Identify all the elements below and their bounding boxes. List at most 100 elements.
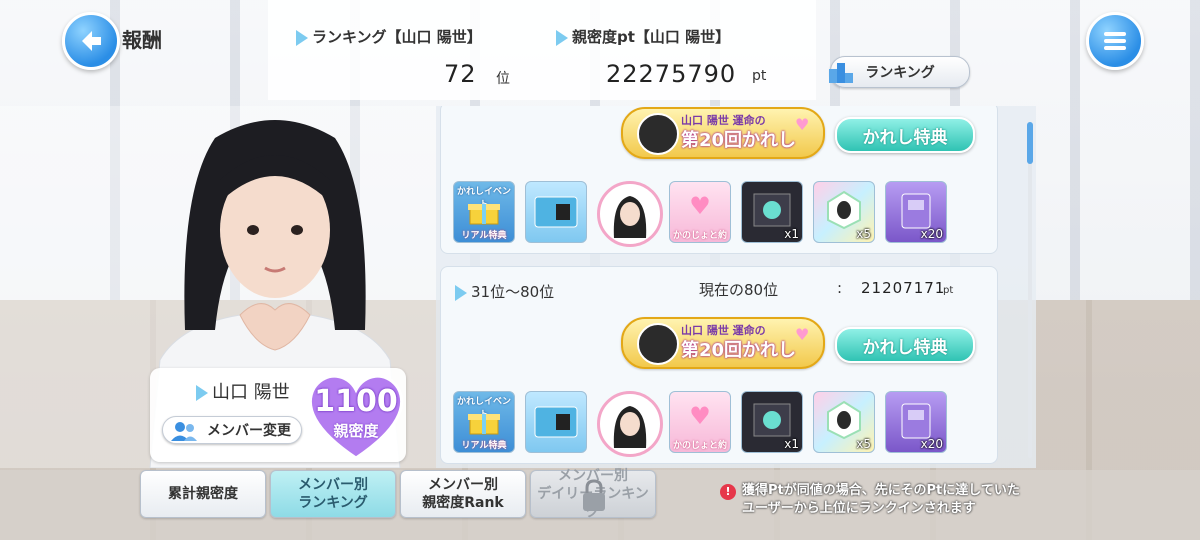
- reward-item-real-perk[interactable]: かれしイベント リアル特典: [453, 181, 515, 243]
- banner-title: 第20回かれし: [681, 130, 797, 151]
- reward-item-card[interactable]: [525, 391, 587, 453]
- reward-list[interactable]: 山口 陽世 運命の 第20回かれし ♥ かれし特典 かれしイベント リアル特典 …: [436, 106, 1036, 468]
- tab-label: メンバー別: [298, 477, 368, 493]
- reward-caption: リアル特典: [461, 231, 507, 241]
- rainbow-card-icon: [827, 190, 861, 230]
- triangle-icon: [556, 29, 568, 46]
- screen-title: 報酬: [122, 28, 162, 52]
- reward-caption: かのじょと約束: [672, 231, 727, 241]
- top-bar: 報酬 ランキング【山口 陽世】 72 位 親密度pt【山口 陽世】 222757…: [0, 0, 1200, 106]
- purple-book-icon: [901, 403, 931, 439]
- triangle-icon: [296, 29, 308, 46]
- reward-quantity: x20: [920, 437, 943, 451]
- reward-quantity: x5: [856, 227, 871, 241]
- tab-label: 累計親密度: [168, 486, 238, 502]
- heart-icon: ♥: [795, 115, 810, 134]
- ranking-button[interactable]: ランキング: [829, 56, 970, 88]
- pt-unit: pt: [752, 68, 767, 84]
- lock-icon: [583, 479, 605, 511]
- member-name-row: 山口 陽世: [196, 378, 290, 404]
- pt-label-row: 親密度pt【山口 陽世】: [556, 26, 730, 47]
- photo-ticket-icon: [753, 193, 791, 227]
- event-banner: 山口 陽世 運命の 第20回かれし ♥: [621, 107, 825, 159]
- reward-item-card[interactable]: [525, 181, 587, 243]
- reward-item-promise[interactable]: ♥ かのじょと約束: [669, 391, 731, 453]
- promise-hands-icon: ♥: [689, 192, 711, 220]
- kareshi-perk-button[interactable]: かれし特典: [835, 117, 975, 153]
- member-portrait-icon: [613, 196, 647, 238]
- reward-caption: リアル特典: [461, 441, 507, 451]
- reward-item-real-perk[interactable]: かれしイベント リアル特典: [453, 391, 515, 453]
- tab-member-ranking[interactable]: メンバー別 ランキング: [270, 470, 396, 518]
- reward-item-rainbow[interactable]: x5: [813, 391, 875, 453]
- separator-colon: :: [837, 279, 843, 297]
- promise-hands-icon: ♥: [689, 402, 711, 430]
- hamburger-menu-icon: [1104, 32, 1126, 50]
- reward-quantity: x5: [856, 437, 871, 451]
- tab-label: メンバー別: [428, 477, 498, 493]
- rainbow-card-icon: [827, 400, 861, 440]
- reward-item-book[interactable]: x20: [885, 181, 947, 243]
- photo-ticket-icon: [753, 403, 791, 437]
- member-portrait-icon: [613, 406, 647, 448]
- back-button[interactable]: [62, 12, 120, 70]
- current-rank-pt: 21207171: [861, 279, 946, 297]
- rank-range-row: 31位～80位: [455, 281, 554, 302]
- reward-item-promise[interactable]: ♥ かのじょと約束: [669, 181, 731, 243]
- gift-box-icon: [468, 414, 500, 435]
- reward-item-ticket[interactable]: x1: [741, 391, 803, 453]
- kareshi-perk-button[interactable]: かれし特典: [835, 327, 975, 363]
- ranking-label: ランキング【山口 陽世】: [312, 28, 482, 46]
- tab-member-intimacy-rank[interactable]: メンバー別 親密度Rank: [400, 470, 526, 518]
- member-change-button[interactable]: メンバー変更: [162, 416, 302, 444]
- banner-title: 第20回かれし: [681, 340, 797, 361]
- banner-member-face: [637, 113, 679, 155]
- triangle-icon: [455, 284, 467, 301]
- banner-member-face: [637, 323, 679, 365]
- tab-member-daily-ranking[interactable]: メンバー別 デイリーランキング: [530, 468, 656, 520]
- current-rank-pt-unit: pt: [943, 285, 954, 296]
- membership-card-icon: [534, 406, 578, 438]
- pt-value: 22275790: [606, 60, 737, 88]
- back-arrow-icon: [82, 31, 101, 51]
- podium-icon: [829, 63, 853, 83]
- membership-card-icon: [534, 196, 578, 228]
- current-rank-label: 現在の80位: [699, 281, 779, 299]
- intimacy-label: 親密度: [333, 422, 379, 440]
- reward-item-rainbow[interactable]: x5: [813, 181, 875, 243]
- tab-label: ランキング: [298, 495, 368, 511]
- scrollbar-track[interactable]: [1028, 122, 1032, 458]
- tab-label: 親密度Rank: [422, 495, 504, 511]
- ranking-value: 72: [444, 60, 477, 88]
- reward-item-portrait[interactable]: [597, 391, 663, 457]
- notice-line: ユーザーから上位にランクインされます: [742, 501, 976, 516]
- reward-quantity: x1: [784, 437, 799, 451]
- reward-card: 山口 陽世 運命の 第20回かれし ♥ かれし特典 かれしイベント リアル特典 …: [440, 106, 998, 254]
- reward-item-book[interactable]: x20: [885, 391, 947, 453]
- pt-label: 親密度pt【山口 陽世】: [572, 28, 731, 46]
- rank-range: 31位～80位: [471, 283, 555, 301]
- gift-box-icon: [468, 204, 500, 225]
- ranking-label-row: ランキング【山口 陽世】: [296, 26, 482, 47]
- reward-item-portrait[interactable]: [597, 181, 663, 247]
- tab-total-intimacy[interactable]: 累計親密度: [140, 470, 266, 518]
- warning-icon: !: [720, 484, 736, 500]
- ranking-unit: 位: [496, 71, 510, 87]
- notice-line: 獲得Ptが同値の場合、先にそのPtに達していた: [742, 483, 1020, 498]
- purple-book-icon: [901, 193, 931, 229]
- reward-quantity: x20: [920, 227, 943, 241]
- event-banner: 山口 陽世 運命の 第20回かれし ♥: [621, 317, 825, 369]
- reward-caption: かのじょと約束: [672, 441, 727, 451]
- scrollbar-thumb[interactable]: [1027, 122, 1033, 164]
- ranking-button-label: ランキング: [865, 65, 935, 81]
- notice-text: 獲得Ptが同値の場合、先にそのPtに達していた ユーザーから上位にランクインされ…: [742, 482, 1020, 518]
- reward-item-ticket[interactable]: x1: [741, 181, 803, 243]
- member-name: 山口 陽世: [212, 382, 290, 403]
- reward-card: 31位～80位 現在の80位 : 21207171 pt 山口 陽世 運命の 第…: [440, 266, 998, 464]
- intimacy-value: 1100: [314, 384, 398, 419]
- menu-button[interactable]: [1086, 12, 1144, 70]
- reward-quantity: x1: [784, 227, 799, 241]
- members-icon: [171, 422, 197, 441]
- heart-icon: ♥: [795, 325, 810, 344]
- triangle-icon: [196, 385, 208, 401]
